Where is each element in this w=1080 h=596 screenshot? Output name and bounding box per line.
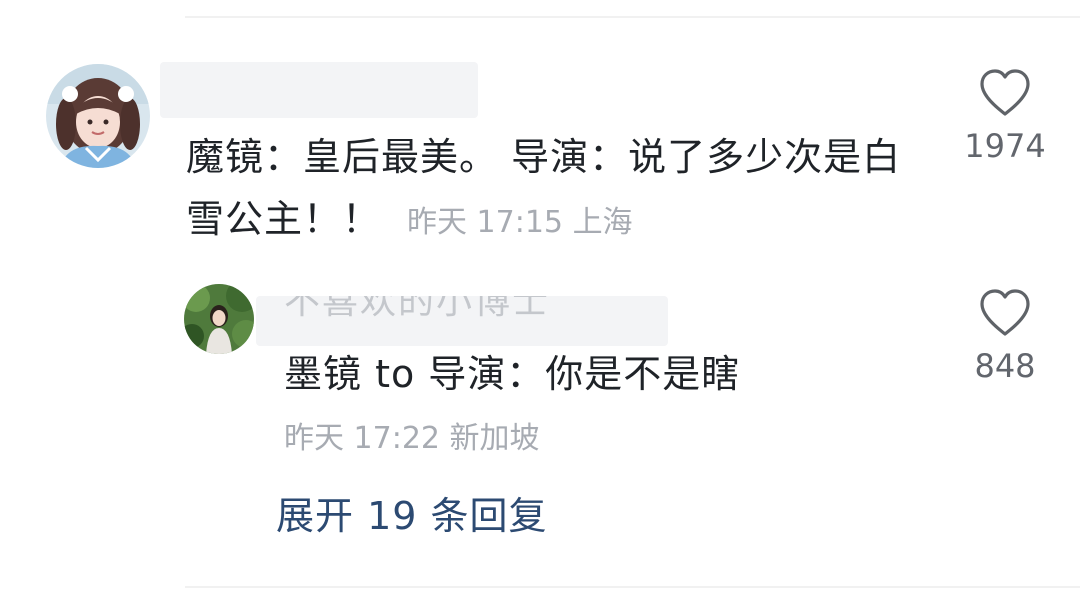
- comment-time: 昨天 17:15: [407, 205, 564, 240]
- comment-location: 上海: [572, 205, 633, 240]
- reply-location: 新加坡: [449, 421, 540, 456]
- divider-bottom: [185, 586, 1080, 588]
- commenter-avatar[interactable]: [46, 64, 150, 168]
- avatar-image: [184, 284, 254, 354]
- comment-like[interactable]: 1974: [950, 68, 1060, 168]
- comment-thread: 魔镜：皇后最美。 导演：说了多少次是白雪公主！！ 昨天 17:15 上海 1974…: [0, 0, 1080, 596]
- like-count: 848: [974, 347, 1036, 385]
- comment-meta: 昨天 17:15 上海: [407, 205, 633, 240]
- heart-outline-icon[interactable]: [978, 288, 1032, 338]
- comment-body: 魔镜：皇后最美。 导演：说了多少次是白雪公主！！ 昨天 17:15 上海: [186, 126, 926, 254]
- reply-like[interactable]: 848: [950, 288, 1060, 388]
- commenter-name-redacted[interactable]: [160, 62, 478, 118]
- expand-replies-button[interactable]: 展开 19 条回复: [276, 490, 548, 542]
- reply-meta: 昨天 17:22 新加坡: [284, 417, 540, 461]
- replier-name-redacted[interactable]: 不喜欢的小博士: [256, 296, 668, 346]
- avatar-image: [46, 64, 150, 168]
- like-count: 1974: [964, 127, 1046, 165]
- replier-name-partial: 不喜欢的小博士: [284, 296, 551, 322]
- reply-time: 昨天 17:22: [284, 421, 440, 456]
- reply-content: 墨镜 to 导演：你是不是瞎: [284, 352, 741, 396]
- divider-top: [185, 16, 1080, 18]
- replier-avatar[interactable]: [184, 284, 254, 354]
- heart-outline-icon[interactable]: [978, 68, 1032, 118]
